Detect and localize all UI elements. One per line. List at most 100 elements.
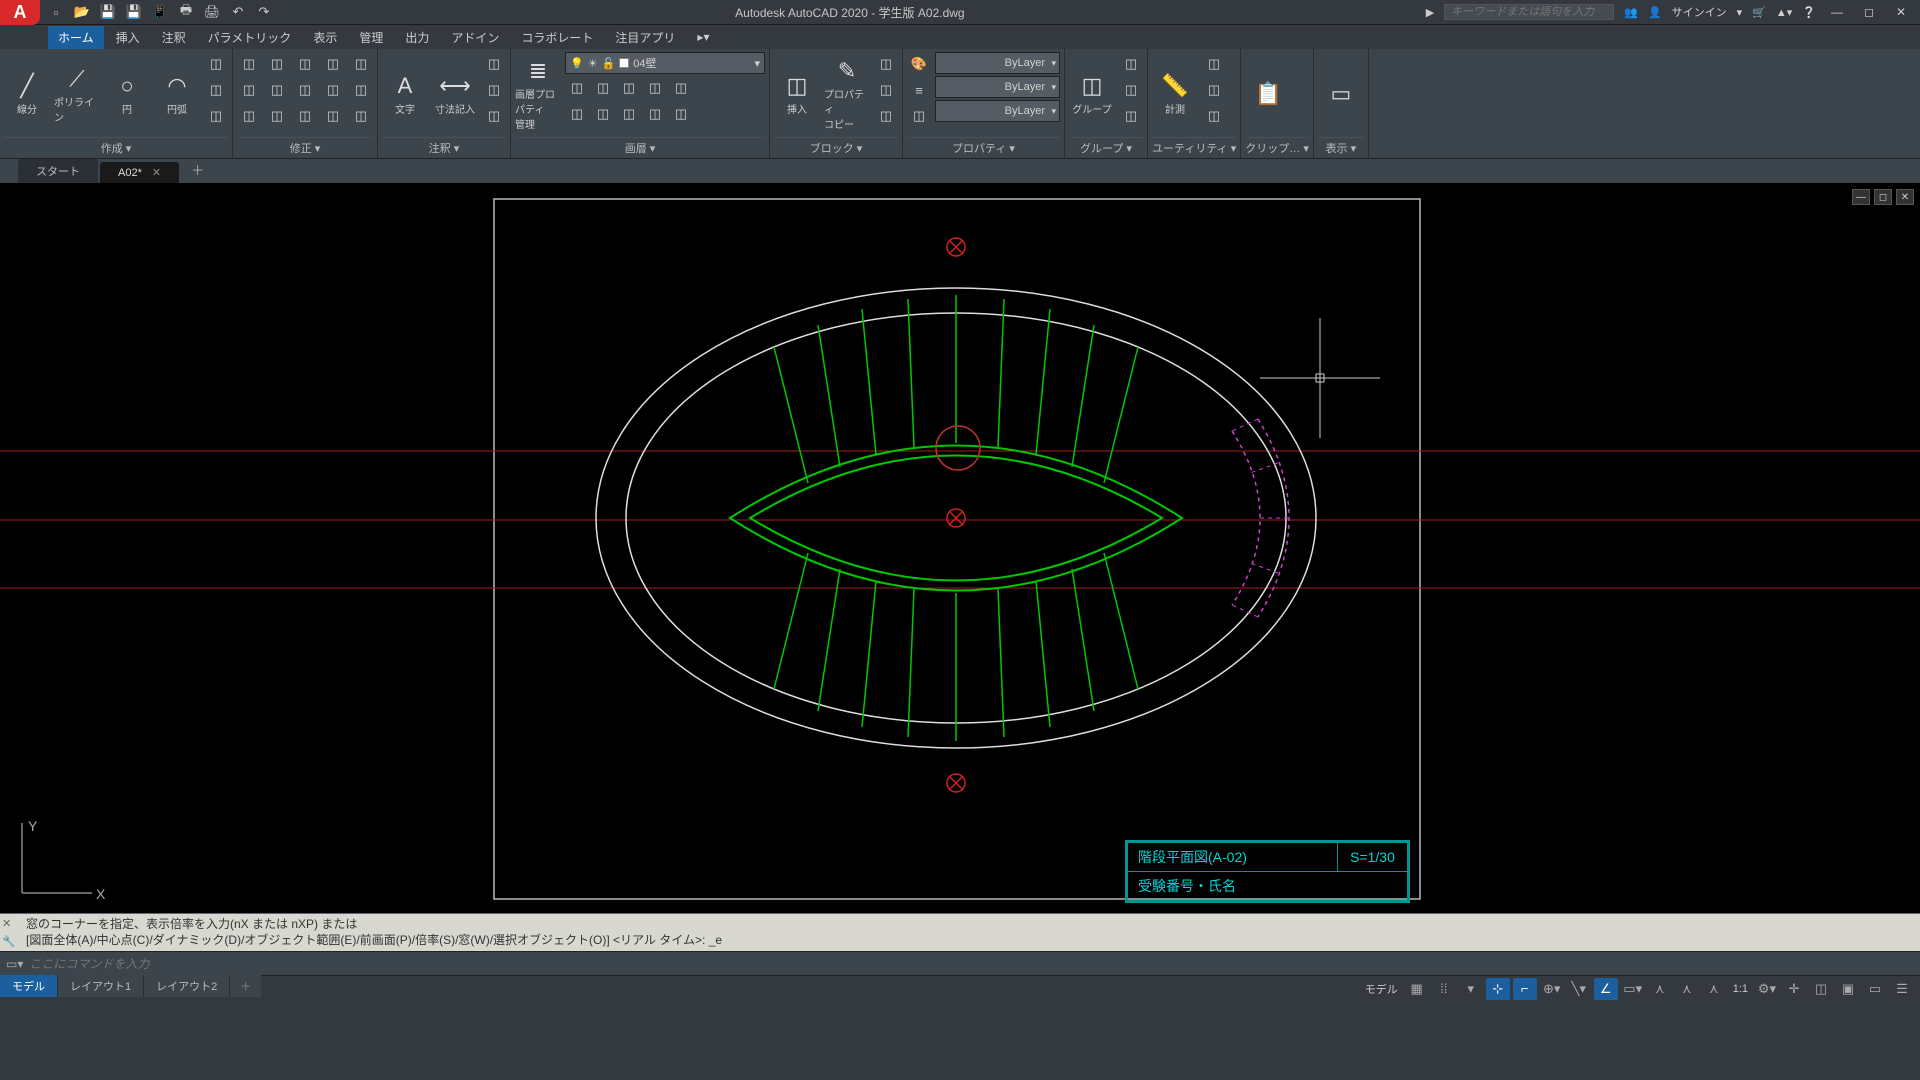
grid-toggle[interactable]: ▦ <box>1405 978 1429 1000</box>
layer-tool-icon[interactable]: ◫ <box>643 76 667 100</box>
command-history[interactable]: ✕ 🔧 窓のコーナーを指定、表示倍率を入力(nX または nXP) または [図… <box>0 913 1920 951</box>
snap-toggle[interactable]: ⁞⁞ <box>1432 978 1456 1000</box>
help-icon[interactable]: ❔ <box>1802 6 1816 19</box>
hw-icon[interactable]: ▣ <box>1836 978 1860 1000</box>
tool-icon[interactable]: ◫ <box>293 78 317 102</box>
tool-icon[interactable]: ◫ <box>321 104 345 128</box>
tool-icon[interactable]: ◫ <box>321 52 345 76</box>
tool-icon[interactable]: ◫ <box>237 104 261 128</box>
prop-lw-dropdown[interactable]: ByLayer <box>935 76 1060 98</box>
panel-title[interactable]: プロパティ ▾ <box>907 137 1060 158</box>
layer-tool-icon[interactable]: ◫ <box>591 102 615 126</box>
panel-title[interactable]: 修正 ▾ <box>237 137 373 158</box>
layer-dropdown[interactable]: 💡☀🔓04壁▾ <box>565 52 765 74</box>
layout-tab-モデル[interactable]: モデル <box>0 975 58 997</box>
tool-icon[interactable]: ◫ <box>482 78 506 102</box>
tool-icon[interactable]: ◫ <box>1202 78 1226 102</box>
menu-パラメトリック[interactable]: パラメトリック <box>198 26 302 49</box>
gear-icon[interactable]: ⚙▾ <box>1755 978 1779 1000</box>
layer-tool-icon[interactable]: ◫ <box>669 102 693 126</box>
btn-グループ[interactable]: ◫グループ <box>1069 52 1115 137</box>
file-tab-スタート[interactable]: スタート <box>18 159 98 183</box>
plot-icon[interactable]: 🖶 <box>176 2 196 22</box>
tool-icon[interactable]: ◫ <box>482 52 506 76</box>
osnap-toggle[interactable]: ╲▾ <box>1567 978 1591 1000</box>
vp-restore-button[interactable]: ◻ <box>1874 189 1892 205</box>
menu-アドイン[interactable]: アドイン <box>441 26 509 49</box>
layer-tool-icon[interactable]: ◫ <box>669 76 693 100</box>
cmd-wrench-icon[interactable]: 🔧 <box>2 934 16 950</box>
panel-title[interactable]: ユーティリティ ▾ <box>1152 137 1236 158</box>
layer-tool-icon[interactable]: ◫ <box>617 76 641 100</box>
tool-icon[interactable]: ◫ <box>874 104 898 128</box>
panel-title[interactable]: 作成 ▾ <box>4 137 228 158</box>
status-scale[interactable]: 1:1 <box>1729 983 1752 995</box>
ortho-toggle[interactable]: ⌐ <box>1513 978 1537 1000</box>
share-icon[interactable]: 👥 <box>1624 6 1638 19</box>
tool-icon[interactable]: ◫ <box>293 52 317 76</box>
menu-注目アプリ[interactable]: 注目アプリ <box>605 26 685 49</box>
btn-[interactable]: ▭ <box>1318 52 1364 137</box>
btn-ポリライン[interactable]: ⟋ポリライン <box>54 52 100 137</box>
tool-icon[interactable]: ◫ <box>1119 52 1143 76</box>
btn-線分[interactable]: ╱線分 <box>4 52 50 137</box>
menu-管理[interactable]: 管理 <box>349 26 393 49</box>
dyn-toggle[interactable]: ⊹ <box>1486 978 1510 1000</box>
tool-icon[interactable]: ◫ <box>349 78 373 102</box>
print-icon[interactable]: 🖨 <box>202 2 222 22</box>
user-icon[interactable]: 👤 <box>1648 6 1662 19</box>
btn-[interactable]: 📋 <box>1245 52 1291 137</box>
prop-lt-dropdown[interactable]: ByLayer <box>935 100 1060 122</box>
tool-icon[interactable]: ◫ <box>482 104 506 128</box>
layer-tool-icon[interactable]: ◫ <box>565 102 589 126</box>
layer-tool-icon[interactable]: ◫ <box>617 102 641 126</box>
layer-tool-icon[interactable]: ◫ <box>591 76 615 100</box>
btn-計測[interactable]: 📏計測 <box>1152 52 1198 137</box>
menu-出力[interactable]: 出力 <box>395 26 439 49</box>
tool-icon[interactable]: ◫ <box>265 78 289 102</box>
minimize-button[interactable]: — <box>1826 3 1848 21</box>
custom-icon[interactable]: ☰ <box>1890 978 1914 1000</box>
otrack-toggle[interactable]: ∠ <box>1594 978 1618 1000</box>
menu-コラボレート[interactable]: コラボレート <box>511 26 603 49</box>
vp-minimize-button[interactable]: — <box>1852 189 1870 205</box>
tool-icon[interactable]: ◫ <box>874 52 898 76</box>
tool-icon[interactable]: ◫ <box>1119 78 1143 102</box>
btn-円[interactable]: ○円 <box>104 52 150 137</box>
prop-color-dropdown[interactable]: ByLayer <box>935 52 1060 74</box>
layer-tool-icon[interactable]: ◫ <box>565 76 589 100</box>
menu-挿入[interactable]: 挿入 <box>106 26 150 49</box>
tool-icon[interactable]: ◫ <box>265 104 289 128</box>
menu-表示[interactable]: 表示 <box>303 26 347 49</box>
file-tab-A02*[interactable]: A02*✕ <box>100 162 179 183</box>
clean-icon[interactable]: ▭ <box>1863 978 1887 1000</box>
tool-icon[interactable]: ◫ <box>204 78 228 102</box>
command-input[interactable] <box>29 957 1914 971</box>
menu-注釈[interactable]: 注釈 <box>152 26 196 49</box>
layout-tab-レイアウト2[interactable]: レイアウト2 <box>144 975 230 997</box>
vp-close-button[interactable]: ✕ <box>1896 189 1914 205</box>
play-icon[interactable]: ▶ <box>1426 6 1434 19</box>
tool-icon[interactable]: ◫ <box>237 78 261 102</box>
status-space[interactable]: モデル <box>1361 981 1402 997</box>
redo-icon[interactable]: ↷ <box>254 2 274 22</box>
tab-close-icon[interactable]: ✕ <box>152 166 161 179</box>
btn-挿入[interactable]: ◫挿入 <box>774 52 820 137</box>
plus-icon[interactable]: ✛ <box>1782 978 1806 1000</box>
prop-icon[interactable]: ≡ <box>907 78 931 102</box>
dropdown-icon[interactable]: ▾ <box>1459 978 1483 1000</box>
anno3-icon[interactable]: ⋏ <box>1702 978 1726 1000</box>
tool-icon[interactable]: ◫ <box>1202 104 1226 128</box>
lwt-toggle[interactable]: ▭▾ <box>1621 978 1645 1000</box>
restore-button[interactable]: ◻ <box>1858 3 1880 21</box>
new-icon[interactable]: ▫ <box>46 2 66 22</box>
add-layout-button[interactable]: ＋ <box>230 975 261 997</box>
saveas-icon[interactable]: 💾 <box>124 2 144 22</box>
search-input[interactable] <box>1444 4 1614 20</box>
new-tab-button[interactable]: ＋ <box>181 156 214 183</box>
app-logo[interactable]: A <box>0 0 40 25</box>
panel-title[interactable]: クリップ… ▾ <box>1245 137 1309 158</box>
btn-画層プロパティ 管理[interactable]: ≣画層プロパティ管理 <box>515 52 561 137</box>
model-canvas[interactable]: Y X <box>0 183 1920 913</box>
tool-icon[interactable]: ◫ <box>349 104 373 128</box>
